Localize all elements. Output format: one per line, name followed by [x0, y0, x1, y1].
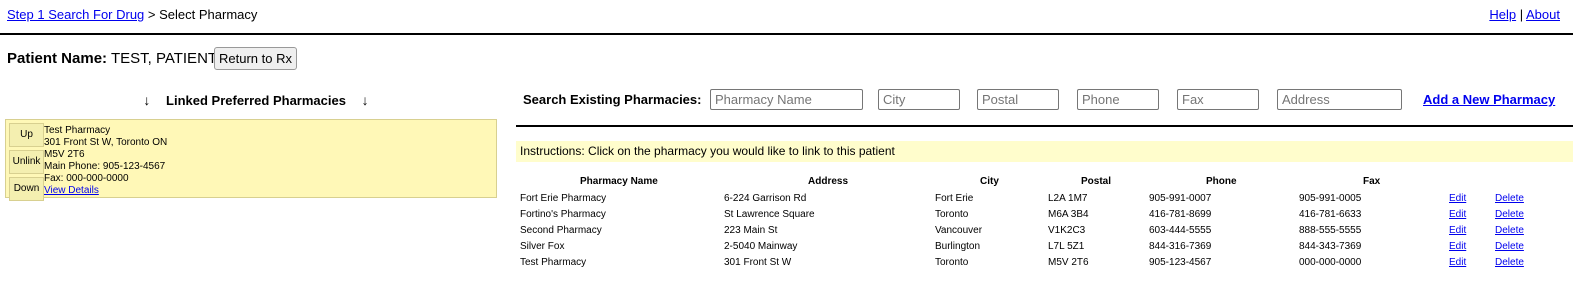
breadcrumb-step1-link[interactable]: Step 1 Search For Drug: [7, 7, 144, 22]
linked-pharmacy-name: Test Pharmacy: [44, 125, 111, 136]
about-link[interactable]: About: [1526, 7, 1560, 22]
delete-link[interactable]: Delete: [1495, 225, 1524, 236]
breadcrumb-current: Select Pharmacy: [159, 7, 258, 22]
cell-city: Burlington: [935, 241, 981, 252]
cell-fax: 888-555-5555: [1299, 225, 1362, 236]
cell-phone: 603-444-5555: [1149, 225, 1212, 236]
patient-name-label: Patient Name:: [7, 50, 108, 67]
instructions-banner: Instructions: Click on the pharmacy you …: [516, 141, 1573, 162]
delete-link[interactable]: Delete: [1495, 257, 1524, 268]
postal-search-input[interactable]: [977, 89, 1059, 110]
move-up-button[interactable]: Up: [9, 123, 44, 147]
cell-address: 2-5040 Mainway: [724, 241, 798, 252]
linked-pharmacies-heading: Linked Preferred Pharmacies: [166, 93, 346, 108]
table-row[interactable]: Fortino's Pharmacy St Lawrence Square To…: [516, 209, 1573, 225]
cell-postal: L2A 1M7: [1048, 193, 1088, 204]
cell-address: 6-224 Garrison Rd: [724, 193, 807, 204]
unlink-button[interactable]: Unlink: [9, 150, 44, 174]
address-search-input[interactable]: [1277, 89, 1402, 110]
cell-address: 223 Main St: [724, 225, 778, 236]
linked-pharmacies-title: ↓ Linked Preferred Pharmacies ↓: [0, 92, 512, 108]
cell-phone: 905-991-0007: [1149, 193, 1212, 204]
cell-postal: M6A 3B4: [1048, 209, 1089, 220]
cell-postal: V1K2C3: [1048, 225, 1086, 236]
search-label: Search Existing Pharmacies:: [523, 92, 702, 107]
cell-pharmacy-name: Fort Erie Pharmacy: [520, 193, 607, 204]
cell-pharmacy-name: Fortino's Pharmacy: [520, 209, 606, 220]
cell-fax: 905-991-0005: [1299, 193, 1362, 204]
edit-link[interactable]: Edit: [1449, 209, 1466, 220]
help-links: Help | About: [1489, 7, 1560, 22]
cell-postal: M5V 2T6: [1048, 257, 1089, 268]
help-separator: |: [1519, 7, 1524, 22]
cell-pharmacy-name: Silver Fox: [520, 241, 565, 252]
patient-name-value: TEST, PATIENT: [110, 50, 218, 67]
delete-link[interactable]: Delete: [1495, 241, 1524, 252]
header-fax: Fax: [1363, 176, 1381, 187]
header-city: City: [980, 176, 999, 187]
table-row[interactable]: Test Pharmacy 301 Front St W Toronto M5V…: [516, 257, 1573, 273]
cell-pharmacy-name: Test Pharmacy: [520, 257, 587, 268]
edit-link[interactable]: Edit: [1449, 241, 1466, 252]
breadcrumb-separator: >: [147, 7, 156, 22]
cell-city: Toronto: [935, 209, 969, 220]
edit-link[interactable]: Edit: [1449, 257, 1466, 268]
cell-address: 301 Front St W: [724, 257, 792, 268]
breadcrumb: Step 1 Search For Drug > Select Pharmacy: [7, 7, 257, 22]
move-down-button[interactable]: Down: [9, 177, 44, 201]
edit-link[interactable]: Edit: [1449, 225, 1466, 236]
table-row[interactable]: Silver Fox 2-5040 Mainway Burlington L7L…: [516, 241, 1573, 257]
edit-link[interactable]: Edit: [1449, 193, 1466, 204]
pharmacy-name-search-input[interactable]: [710, 89, 863, 110]
linked-pharmacy-address: 301 Front St W, Toronto ON: [44, 137, 168, 148]
linked-pharmacy-postal: M5V 2T6: [44, 149, 85, 160]
top-bar: Step 1 Search For Drug > Select Pharmacy…: [0, 0, 1573, 35]
delete-link[interactable]: Delete: [1495, 193, 1524, 204]
section-divider: [516, 125, 1573, 127]
cell-fax: 000-000-0000: [1299, 257, 1362, 268]
fax-search-input[interactable]: [1177, 89, 1259, 110]
cell-pharmacy-name: Second Pharmacy: [520, 225, 602, 236]
cell-phone: 905-123-4567: [1149, 257, 1212, 268]
cell-address: St Lawrence Square: [724, 209, 815, 220]
header-phone: Phone: [1206, 176, 1237, 187]
table-row[interactable]: Second Pharmacy 223 Main St Vancouver V1…: [516, 225, 1573, 241]
return-to-rx-button[interactable]: Return to Rx: [214, 47, 297, 70]
card-action-buttons: Up Unlink Down: [9, 123, 44, 204]
header-pharmacy-name: Pharmacy Name: [580, 176, 658, 187]
down-arrow-icon: ↓: [361, 92, 369, 108]
add-new-pharmacy-link[interactable]: Add a New Pharmacy: [1423, 92, 1555, 107]
header-postal: Postal: [1081, 176, 1112, 187]
cell-fax: 844-343-7369: [1299, 241, 1362, 252]
table-row[interactable]: Fort Erie Pharmacy 6-224 Garrison Rd For…: [516, 193, 1573, 209]
linked-pharmacy-info: Test Pharmacy 301 Front St W, Toronto ON…: [44, 125, 167, 197]
cell-phone: 844-316-7369: [1149, 241, 1212, 252]
down-arrow-icon: ↓: [143, 92, 151, 108]
help-link[interactable]: Help: [1489, 7, 1516, 22]
cell-postal: L7L 5Z1: [1048, 241, 1085, 252]
phone-search-input[interactable]: [1077, 89, 1159, 110]
city-search-input[interactable]: [878, 89, 960, 110]
view-details-link[interactable]: View Details: [44, 185, 99, 196]
cell-phone: 416-781-8699: [1149, 209, 1212, 220]
linked-pharmacy-phone: Main Phone: 905-123-4567: [44, 161, 166, 172]
cell-city: Fort Erie: [935, 193, 974, 204]
delete-link[interactable]: Delete: [1495, 209, 1524, 220]
cell-city: Toronto: [935, 257, 969, 268]
linked-pharmacy-card: Up Unlink Down Test Pharmacy 301 Front S…: [5, 119, 497, 201]
linked-pharmacy-fax: Fax: 000-000-0000: [44, 173, 129, 184]
header-address: Address: [808, 176, 849, 187]
cell-fax: 416-781-6633: [1299, 209, 1362, 220]
patient-name-row: Patient Name: TEST, PATIENT: [7, 50, 217, 67]
cell-city: Vancouver: [935, 225, 983, 236]
